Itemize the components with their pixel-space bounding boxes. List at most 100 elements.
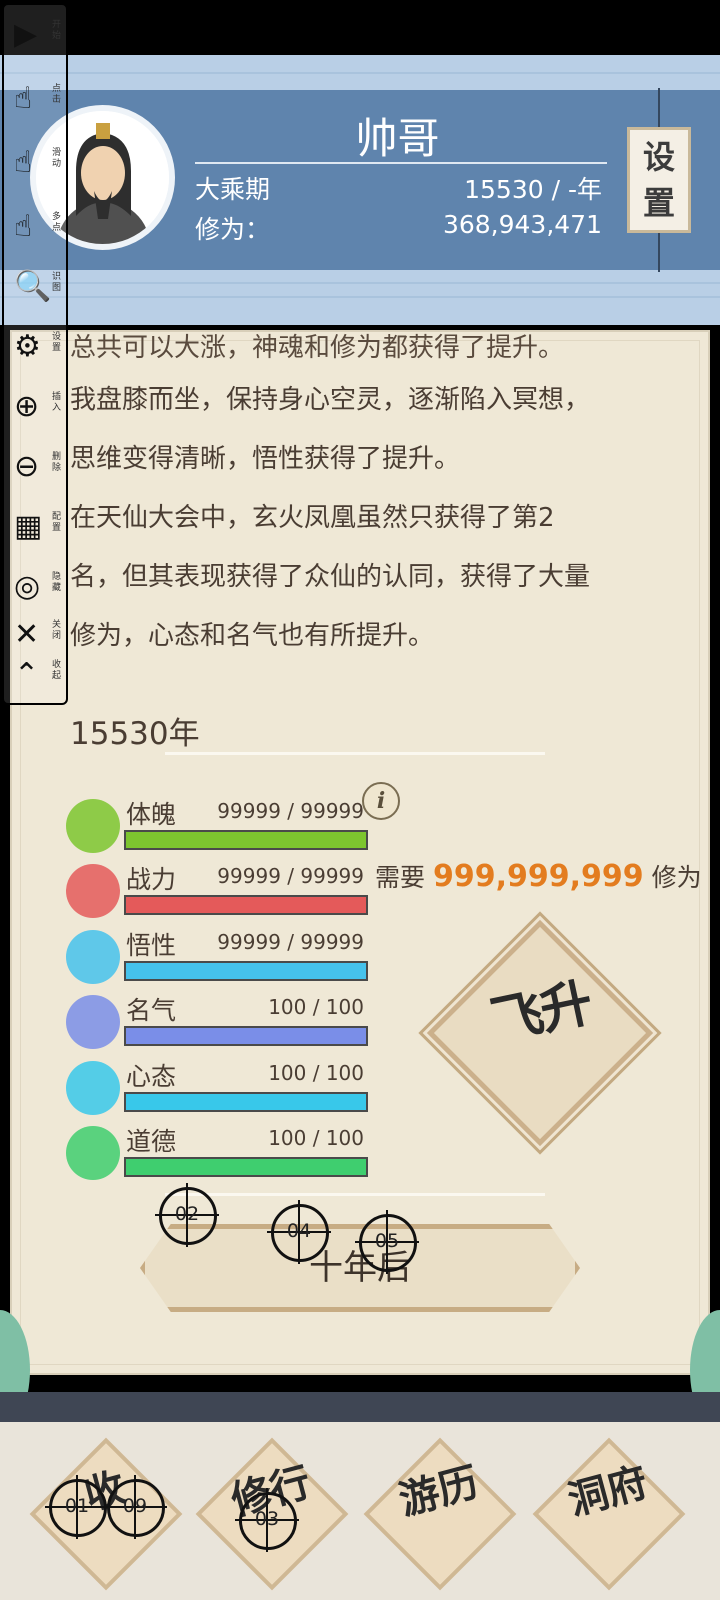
swipe-icon: ☝	[14, 145, 33, 180]
add-icon: ⊕	[14, 389, 40, 424]
crosshair-marker[interactable]: 09	[103, 1475, 167, 1539]
toolbar-label: 识图	[52, 272, 62, 293]
toolbar-label: 删除	[52, 452, 62, 473]
marker-number: 05	[374, 1230, 400, 1252]
marker-number: 01	[64, 1495, 90, 1517]
toolbar-label: 隐藏	[52, 572, 62, 593]
stat-row: 悟性 99999 / 99999	[66, 924, 376, 990]
marker-number: 09	[122, 1495, 148, 1517]
year-heading: 15530年	[70, 716, 200, 752]
section-divider	[165, 752, 545, 755]
stat-bar-fill	[126, 1094, 366, 1110]
toolbar-label: 设置	[52, 332, 62, 353]
story-line: 总共可以大涨，神魂和修为都获得了提升。	[70, 333, 565, 363]
toolbar-collapse-button[interactable]: ⌃ 收起	[4, 648, 70, 710]
crosshair-marker[interactable]: 05	[355, 1210, 419, 1274]
yinyang-icon	[66, 1061, 120, 1115]
status-bar	[0, 0, 720, 55]
stat-bar	[124, 895, 368, 915]
stat-row: 心态 100 / 100	[66, 1055, 376, 1121]
stat-label: 战力	[126, 865, 177, 894]
stat-bar	[124, 1157, 368, 1177]
flower-icon	[66, 1126, 120, 1180]
stat-label: 悟性	[126, 931, 177, 960]
story-line: 我盘膝而坐，保持身心空灵，逐渐陷入冥想，	[70, 385, 591, 415]
stat-bar-fill	[126, 963, 366, 979]
toolbar-add-button[interactable]: ⊕ 插入	[4, 380, 70, 442]
stat-label: 心态	[126, 1062, 177, 1091]
age-value: 15530 / -年	[464, 175, 602, 204]
stat-value: 99999 / 99999	[217, 864, 364, 888]
close-icon: ✕	[14, 617, 40, 652]
cultivation-label: 修为：	[195, 215, 271, 244]
toolbar-tap-button[interactable]: ☝ 点击	[4, 72, 70, 134]
need-prefix: 需要	[375, 863, 426, 892]
crosshair-marker[interactable]: 04	[267, 1200, 331, 1264]
toolbar-multi-tap-button[interactable]: ☝ 多点	[4, 200, 70, 262]
stat-bar	[124, 1026, 368, 1046]
stat-value: 99999 / 99999	[217, 799, 364, 823]
toolbar-label: 关闭	[52, 620, 62, 641]
settings-hanger	[658, 88, 660, 128]
toolbar-label: 插入	[52, 392, 62, 413]
stat-bar-fill	[126, 1028, 366, 1044]
story-line: 修为，心态和名气也有所提升。	[70, 621, 435, 651]
toolbar-gear-button[interactable]: ⚙ 设置	[4, 320, 70, 382]
toolbar-remove-button[interactable]: ⊖ 删除	[4, 440, 70, 502]
marker-number: 04	[286, 1220, 312, 1242]
stat-bar-fill	[126, 832, 366, 848]
cultivation-value: 368,943,471	[442, 210, 602, 239]
crosshair-marker[interactable]: 03	[235, 1488, 299, 1552]
remove-icon: ⊖	[14, 449, 40, 484]
toolbar-label: 配置	[52, 512, 62, 533]
story-line: 名，但其表现获得了众仙的认同，获得了大量	[70, 562, 591, 592]
stat-label: 名气	[126, 996, 177, 1025]
stat-label: 体魄	[126, 800, 177, 829]
need-amount: 999,999,999	[432, 859, 644, 894]
stat-bar	[124, 1092, 368, 1112]
stat-row: 道德 100 / 100	[66, 1120, 376, 1186]
toolbar-label: 收起	[52, 660, 62, 681]
stat-row: 战力 99999 / 99999	[66, 858, 376, 924]
toolbar-config-button[interactable]: ▦ 配置	[4, 500, 70, 562]
config-icon: ▦	[14, 509, 43, 544]
stat-bar-fill	[126, 1159, 366, 1175]
image-search-icon: 🔍	[14, 269, 52, 304]
stat-value: 99999 / 99999	[217, 930, 364, 954]
header-divider	[0, 296, 720, 298]
stat-bar	[124, 830, 368, 850]
story-log[interactable]: 总共可以大涨，神魂和修为都获得了提升。 我盘膝而坐，保持身心空灵，逐渐陷入冥想，…	[70, 333, 685, 666]
stat-bar	[124, 961, 368, 981]
player-name: 帅哥	[355, 114, 440, 163]
name-divider	[195, 162, 607, 164]
nav-border	[0, 1392, 720, 1422]
gear-icon: ⚙	[14, 329, 41, 364]
crosshair-marker[interactable]: 01	[45, 1475, 109, 1539]
book-icon	[66, 930, 120, 984]
marker-number: 02	[174, 1203, 200, 1225]
toolbar-swipe-button[interactable]: ☝ 滑动	[4, 136, 70, 198]
fan-icon	[66, 995, 120, 1049]
stat-row: 体魄 99999 / 99999	[66, 793, 376, 859]
section-divider	[165, 1193, 545, 1196]
header-divider	[0, 282, 720, 284]
toolbar-image-search-button[interactable]: 🔍 识图	[4, 260, 70, 322]
stat-label: 道德	[126, 1127, 177, 1156]
toolbar-label: 滑动	[52, 148, 62, 169]
hide-icon: ◎	[14, 569, 41, 604]
crosshair-marker[interactable]: 02	[155, 1183, 219, 1247]
stat-value: 100 / 100	[268, 1061, 364, 1085]
realm-label: 大乘期	[195, 175, 271, 204]
settings-button[interactable]: 设置	[627, 127, 691, 233]
marker-number: 03	[254, 1508, 280, 1530]
toolbar-label: 点击	[52, 84, 62, 105]
header-divider	[0, 72, 720, 74]
stat-value: 100 / 100	[268, 1126, 364, 1150]
need-suffix: 修为	[651, 863, 702, 892]
stat-row: 名气 100 / 100	[66, 989, 376, 1055]
story-line: 思维变得清晰，悟性获得了提升。	[70, 444, 461, 474]
toolbar-label: 多点	[52, 212, 62, 233]
toolbar-label: 开始	[52, 20, 62, 41]
dragon-icon	[66, 864, 120, 918]
toolbar-play-button[interactable]: ▶ 开始	[4, 8, 70, 70]
